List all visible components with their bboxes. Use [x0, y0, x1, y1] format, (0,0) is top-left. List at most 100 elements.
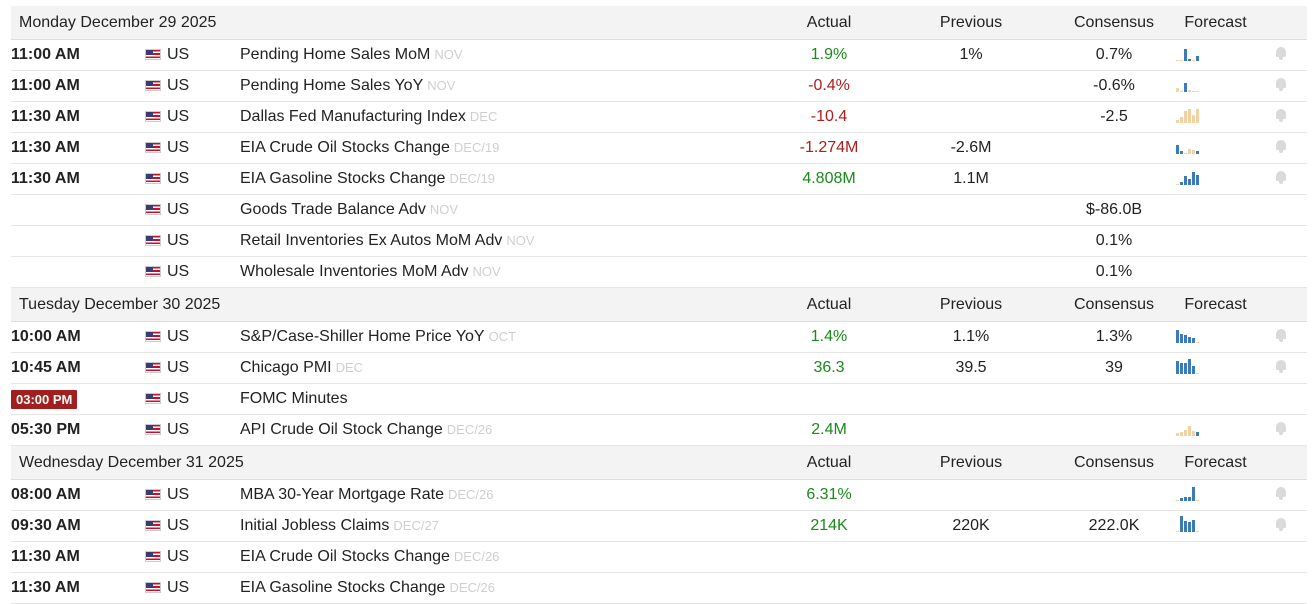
event-consensus — [890, 572, 1053, 604]
event-country: US — [145, 321, 240, 353]
sparkline-bar — [1188, 336, 1192, 343]
event-actual — [640, 352, 769, 384]
event-forecast — [1052, 163, 1177, 195]
event-time — [11, 194, 145, 226]
event-previous — [768, 225, 891, 257]
event-row[interactable]: 11:30 AM US EIA Gasoline Stocks Change DEC/… — [11, 572, 1308, 604]
event-row[interactable]: US Retail Inventories Ex Autos MoM Adv NOV… — [11, 225, 1308, 257]
sparkline-bar — [1192, 59, 1196, 61]
event-name-cell: FOMC Minutes — [240, 383, 640, 415]
column-header-actual: Actual — [768, 6, 891, 40]
bell-icon[interactable] — [1275, 421, 1287, 435]
sparkline-bar — [1196, 174, 1200, 185]
event-forecast — [1052, 383, 1177, 415]
event-name-cell: S&P/Case-Shiller Home Price YoY OCT — [240, 321, 640, 353]
event-row[interactable]: US Goods Trade Balance Adv NOV $-86.0B — [11, 194, 1308, 226]
sparkline-chart[interactable] — [1176, 327, 1200, 343]
sparkline-chart[interactable] — [1176, 45, 1200, 61]
event-row[interactable]: 05:30 PM US API Crude Oil Stock Change DEC/… — [11, 414, 1308, 446]
event-country: US — [145, 256, 240, 288]
bell-icon[interactable] — [1275, 77, 1287, 91]
event-previous — [768, 256, 891, 288]
sparkline-chart[interactable] — [1176, 485, 1200, 501]
sparkline-chart[interactable] — [1176, 76, 1200, 92]
sparkline-chart[interactable] — [1176, 420, 1200, 436]
sparkline-cell — [1176, 383, 1256, 415]
event-time: 08:00 AM — [11, 479, 145, 511]
sparkline-chart[interactable] — [1176, 107, 1200, 123]
bell-icon[interactable] — [1275, 359, 1287, 373]
event-previous: 214K — [768, 510, 891, 542]
event-consensus — [890, 414, 1053, 446]
sparkline-chart[interactable] — [1176, 169, 1200, 185]
event-consensus — [890, 256, 1053, 288]
event-name: Dallas Fed Manufacturing Index — [240, 108, 466, 125]
sparkline-bar — [1176, 329, 1180, 343]
event-time: 11:30 AM — [11, 163, 145, 195]
sparkline-chart[interactable] — [1176, 138, 1200, 154]
event-time: 11:00 AM — [11, 39, 145, 71]
event-time: 11:30 AM — [11, 132, 145, 164]
bell-icon[interactable] — [1275, 517, 1287, 531]
sparkline-bar — [1184, 175, 1188, 185]
event-country: US — [145, 572, 240, 604]
sparkline-cell — [1176, 321, 1256, 353]
event-country: US — [145, 225, 240, 257]
country-code: US — [167, 138, 190, 156]
us-flag-icon — [145, 551, 161, 563]
us-flag-icon — [145, 520, 161, 532]
bell-icon[interactable] — [1275, 170, 1287, 184]
us-flag-icon — [145, 142, 161, 154]
sparkline-chart[interactable] — [1176, 358, 1200, 374]
event-row[interactable]: 09:30 AM US Initial Jobless Claims DEC/27 21… — [11, 510, 1308, 542]
day-header-row: Wednesday December 31 2025 Actual Previous… — [11, 445, 1308, 480]
event-row[interactable]: 11:00 AM US Pending Home Sales YoY NOV -0.4%… — [11, 70, 1308, 102]
country-code: US — [167, 45, 190, 63]
sparkline-bar — [1196, 90, 1200, 92]
sparkline-bar — [1188, 425, 1192, 436]
bell-icon[interactable] — [1275, 486, 1287, 500]
event-forecast: $-86.0B — [1052, 194, 1177, 226]
sparkline-bar — [1180, 333, 1184, 343]
sparkline-bar — [1176, 499, 1180, 501]
sparkline-bar — [1188, 89, 1192, 92]
country-code: US — [167, 76, 190, 94]
sparkline-bar — [1192, 430, 1196, 436]
event-row[interactable]: 11:30 AM US EIA Crude Oil Stocks Change DEC… — [11, 132, 1308, 164]
country-code: US — [167, 327, 190, 345]
bell-icon[interactable] — [1275, 108, 1287, 122]
event-row[interactable]: 08:00 AM US MBA 30-Year Mortgage Rate DEC/2… — [11, 479, 1308, 511]
event-forecast: 1.3% — [1052, 321, 1177, 353]
event-row[interactable]: 03:00 PM US FOMC Minutes — [11, 383, 1308, 415]
event-name: EIA Crude Oil Stocks Change — [240, 548, 450, 565]
event-name-cell: Initial Jobless Claims DEC/27 — [240, 510, 640, 542]
sparkline-chart[interactable] — [1176, 515, 1200, 532]
us-flag-icon — [145, 173, 161, 185]
event-forecast: 0.7% — [1052, 39, 1177, 71]
event-time — [11, 225, 145, 257]
sparkline-cell — [1176, 70, 1256, 102]
event-name: EIA Gasoline Stocks Change — [240, 579, 446, 596]
event-row[interactable]: 11:30 AM US Dallas Fed Manufacturing Index… — [11, 101, 1308, 133]
event-name: Pending Home Sales YoY — [240, 77, 424, 94]
sparkline-bar — [1184, 429, 1188, 436]
event-row[interactable]: 11:00 AM US Pending Home Sales MoM NOV 1.9% 1… — [11, 39, 1308, 71]
bell-icon[interactable] — [1275, 139, 1287, 153]
alert-cell — [1255, 163, 1308, 195]
event-name-cell: Chicago PMI DEC — [240, 352, 640, 384]
bell-icon[interactable] — [1275, 46, 1287, 60]
event-row[interactable]: 11:30 AM US EIA Gasoline Stocks Change DEC/… — [11, 163, 1308, 195]
event-actual — [640, 383, 769, 415]
sparkline-bar — [1180, 116, 1184, 123]
alert-cell — [1255, 572, 1308, 604]
event-row[interactable]: US Wholesale Inventories MoM Adv NOV 0.1% — [11, 256, 1308, 288]
sparkline-cell — [1176, 163, 1256, 195]
event-row[interactable]: 10:45 AM US Chicago PMI DEC 36.3 39.5 39 — [11, 352, 1308, 384]
bell-icon[interactable] — [1275, 328, 1287, 342]
us-flag-icon — [145, 393, 161, 405]
header-spacer — [1255, 287, 1308, 322]
event-row[interactable]: 11:30 AM US EIA Crude Oil Stocks Change DEC… — [11, 541, 1308, 573]
event-row[interactable]: 10:00 AM US S&P/Case-Shiller Home Price Yo… — [11, 321, 1308, 353]
alert-cell — [1255, 383, 1308, 415]
country-code: US — [167, 231, 190, 249]
